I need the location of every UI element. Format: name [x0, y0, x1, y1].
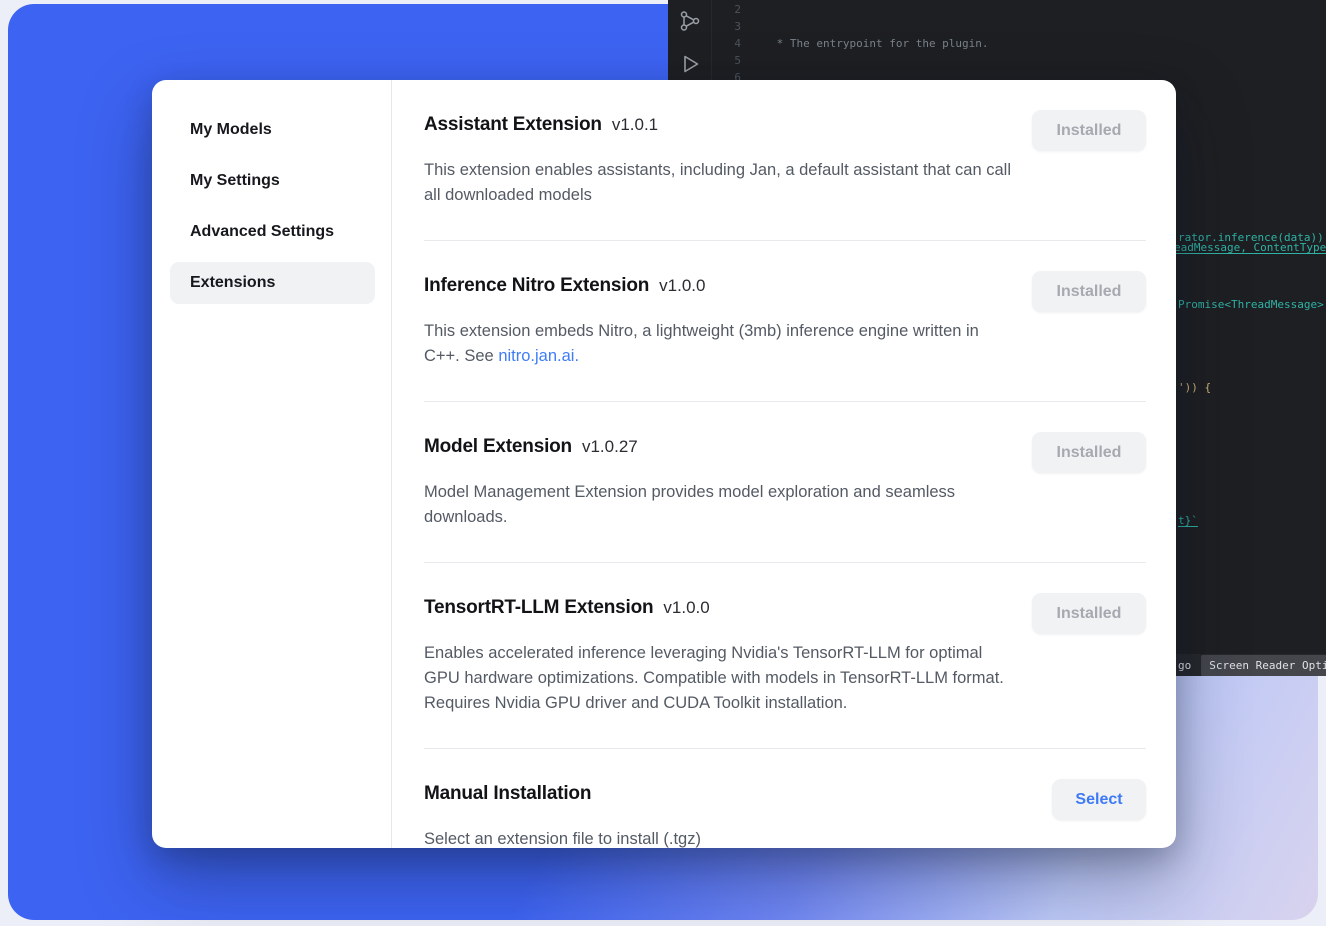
screen-reader-chip: Screen Reader Optimize — [1201, 655, 1326, 676]
extension-description: This extension enables assistants, inclu… — [424, 158, 1016, 208]
source-control-icon — [678, 8, 702, 34]
extension-title: Assistant Extension — [424, 114, 602, 136]
line-numbers: 2 3 4 5 6 — [712, 1, 741, 86]
extension-description: Model Management Extension provides mode… — [424, 480, 1016, 530]
settings-sidebar: My Models My Settings Advanced Settings … — [152, 80, 392, 848]
extension-version: v1.0.0 — [663, 598, 709, 618]
extension-description: Select an extension file to install (.tg… — [424, 827, 1016, 848]
extensions-panel: Assistant Extension v1.0.1 Installed Thi… — [392, 80, 1176, 848]
installed-button[interactable]: Installed — [1032, 271, 1146, 312]
extension-item-model: Model Extension v1.0.27 Installed Model … — [424, 402, 1146, 563]
code-fragment: ')) { — [1178, 379, 1211, 396]
installed-button[interactable]: Installed — [1032, 110, 1146, 151]
code-line: * The entrypoint for the plugin. — [770, 35, 1326, 52]
sidebar-item-advanced-settings[interactable]: Advanced Settings — [170, 211, 375, 253]
settings-modal: My Models My Settings Advanced Settings … — [152, 80, 1176, 848]
extension-title: Model Extension — [424, 436, 572, 458]
extension-item-tensorrt: TensortRT-LLM Extension v1.0.0 Installed… — [424, 563, 1146, 749]
code-fragment: rator.inference(data)); — [1178, 229, 1326, 246]
installed-button[interactable]: Installed — [1032, 593, 1146, 634]
nitro-jan-ai-link[interactable]: nitro.jan.ai. — [498, 347, 579, 365]
extension-item-assistant: Assistant Extension v1.0.1 Installed Thi… — [424, 80, 1146, 241]
code-fragment: Promise<ThreadMessage> — [1178, 296, 1324, 313]
run-icon — [678, 52, 702, 76]
extension-description: Enables accelerated inference leveraging… — [424, 641, 1016, 716]
sidebar-item-extensions[interactable]: Extensions — [170, 262, 375, 304]
line-number: 3 — [712, 18, 741, 35]
line-number: 2 — [712, 1, 741, 18]
extension-version: v1.0.1 — [612, 115, 658, 135]
extension-version: v1.0.0 — [659, 276, 705, 296]
installed-button[interactable]: Installed — [1032, 432, 1146, 473]
line-number: 4 — [712, 35, 741, 52]
select-file-button[interactable]: Select — [1052, 779, 1146, 820]
extension-title: TensortRT-LLM Extension — [424, 597, 653, 619]
extension-title: Inference Nitro Extension — [424, 275, 649, 297]
sidebar-item-my-settings[interactable]: My Settings — [170, 160, 375, 202]
code-fragment: t}` — [1178, 512, 1198, 529]
extension-version: v1.0.27 — [582, 437, 638, 457]
manual-installation-item: Manual Installation Select Select an ext… — [424, 749, 1146, 848]
extension-description: This extension embeds Nitro, a lightweig… — [424, 319, 1016, 369]
extension-title: Manual Installation — [424, 783, 591, 805]
status-text: go — [1178, 657, 1191, 674]
extension-item-nitro: Inference Nitro Extension v1.0.0 Install… — [424, 241, 1146, 402]
sidebar-item-my-models[interactable]: My Models — [170, 109, 375, 151]
line-number: 5 — [712, 52, 741, 69]
